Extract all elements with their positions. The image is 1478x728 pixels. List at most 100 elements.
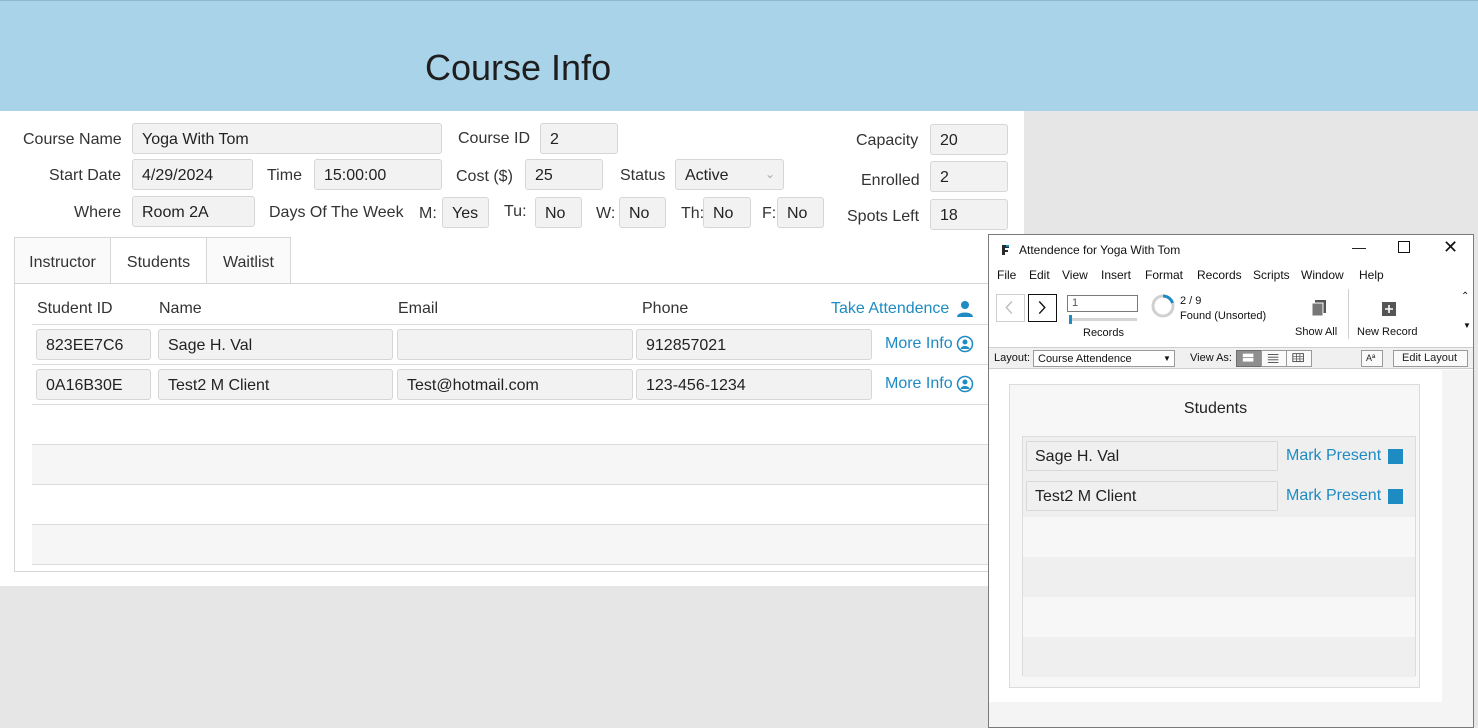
column-header-email: Email [398, 300, 439, 317]
more-info-button[interactable]: More Info [885, 375, 953, 393]
attendance-portal-list [1022, 436, 1416, 677]
edit-layout-button[interactable]: Edit Layout [1393, 350, 1468, 367]
text-format-button[interactable]: Aª [1361, 350, 1383, 367]
wednesday-label: W: [596, 205, 616, 222]
toolbar-menu-caret-icon[interactable]: ▼ [1463, 321, 1471, 330]
mark-present-button[interactable]: Mark Present [1286, 487, 1381, 505]
layout-label: Layout: [994, 352, 1031, 364]
header-bar: Course Info [0, 0, 1478, 111]
table-cell-email[interactable] [397, 329, 633, 360]
thursday-field[interactable]: No [703, 197, 751, 228]
start-date-label: Start Date [49, 167, 122, 184]
where-field[interactable]: Room 2A [132, 196, 255, 227]
menu-window[interactable]: Window [1301, 268, 1344, 282]
record-number-input[interactable]: 1 [1067, 295, 1138, 312]
table-cell-student-id[interactable]: 823EE7C6 [36, 329, 151, 360]
menu-format[interactable]: Format [1145, 268, 1183, 282]
course-name-field[interactable]: Yoga With Tom [132, 123, 442, 154]
show-all-icon[interactable] [1310, 299, 1328, 317]
chevron-down-icon: ⌄ [764, 167, 775, 181]
time-label: Time [267, 167, 302, 184]
new-record-button[interactable]: New Record [1357, 326, 1418, 338]
spots-left-field[interactable]: 18 [930, 199, 1008, 230]
table-cell-phone[interactable]: 912857021 [636, 329, 872, 360]
students-portal: Students Sage H. Val Mark Present Test2 … [1009, 384, 1420, 688]
status-select[interactable]: Active ⌄ [675, 159, 784, 190]
found-set-pie-icon [1151, 294, 1175, 318]
view-as-form-button[interactable] [1236, 350, 1262, 367]
window-title: Attendence for Yoga With Tom [1019, 243, 1181, 257]
table-view-icon [1292, 353, 1304, 363]
days-label: Days Of The Week [269, 204, 404, 221]
course-id-field[interactable]: 2 [540, 123, 618, 154]
user-circle-icon[interactable] [956, 375, 974, 393]
menu-insert[interactable]: Insert [1101, 268, 1131, 282]
tuesday-field[interactable]: No [535, 197, 582, 228]
cost-field[interactable]: 25 [525, 159, 603, 190]
records-label: Records [1083, 327, 1124, 339]
course-name-label: Course Name [23, 131, 122, 148]
found-status: Found (Unsorted) [1180, 310, 1267, 322]
mark-present-button[interactable]: Mark Present [1286, 447, 1381, 465]
spots-left-label: Spots Left [847, 208, 920, 225]
menu-scripts[interactable]: Scripts [1253, 268, 1290, 282]
record-slider-handle[interactable] [1069, 315, 1072, 324]
where-label: Where [74, 204, 122, 221]
empty-row [1023, 597, 1415, 637]
attendance-window[interactable]: Attendence for Yoga With Tom — ✕ File Ed… [988, 234, 1474, 728]
start-date-field[interactable]: 4/29/2024 [132, 159, 253, 190]
maximize-icon[interactable] [1398, 241, 1410, 253]
layout-select[interactable]: Course Attendence ▼ [1033, 350, 1175, 367]
table-cell-name[interactable]: Test2 M Client [158, 369, 393, 400]
minimize-icon[interactable]: — [1352, 239, 1366, 255]
new-record-icon[interactable] [1382, 302, 1396, 316]
person-icon[interactable] [956, 300, 974, 318]
view-as-table-button[interactable] [1286, 350, 1312, 367]
menu-help[interactable]: Help [1359, 268, 1384, 282]
view-as-list-button[interactable] [1261, 350, 1287, 367]
attendee-name-field[interactable]: Test2 M Client [1026, 481, 1278, 511]
table-cell-phone[interactable]: 123-456-1234 [636, 369, 872, 400]
table-cell-student-id[interactable]: 0A16B30E [36, 369, 151, 400]
page-title: Course Info [425, 47, 612, 88]
monday-label: M: [419, 205, 437, 222]
show-all-button[interactable]: Show All [1295, 326, 1337, 338]
take-attendance-button[interactable]: Take Attendence [831, 300, 949, 318]
menu-edit[interactable]: Edit [1029, 268, 1050, 282]
empty-row [1023, 637, 1415, 677]
thursday-label: Th: [681, 205, 705, 222]
attendee-name-field[interactable]: Sage H. Val [1026, 441, 1278, 471]
menu-records[interactable]: Records [1197, 268, 1242, 282]
menu-view[interactable]: View [1062, 268, 1088, 282]
column-header-student-id: Student ID [37, 300, 113, 317]
app-logo-icon [1000, 244, 1010, 256]
view-as-label: View As: [1190, 352, 1232, 364]
row-divider [32, 364, 990, 365]
collapse-toolbar-icon[interactable]: ⌃ [1461, 291, 1469, 302]
close-icon[interactable]: ✕ [1443, 237, 1458, 258]
empty-row [32, 525, 990, 565]
column-header-name: Name [159, 300, 202, 317]
time-field[interactable]: 15:00:00 [314, 159, 442, 190]
record-slider[interactable] [1069, 315, 1137, 324]
previous-record-button[interactable] [996, 294, 1025, 322]
empty-row [32, 445, 990, 485]
present-checkbox[interactable] [1388, 449, 1403, 464]
user-circle-icon[interactable] [956, 335, 974, 353]
present-checkbox[interactable] [1388, 489, 1403, 504]
wednesday-field[interactable]: No [619, 197, 666, 228]
table-cell-name[interactable]: Sage H. Val [158, 329, 393, 360]
tab-waitlist[interactable]: Waitlist [206, 237, 291, 284]
capacity-field[interactable]: 20 [930, 124, 1008, 155]
empty-row [1023, 557, 1415, 597]
table-cell-email[interactable]: Test@hotmail.com [397, 369, 633, 400]
next-record-button[interactable] [1028, 294, 1057, 322]
friday-label: F: [762, 205, 777, 222]
more-info-button[interactable]: More Info [885, 335, 953, 353]
tab-instructor[interactable]: Instructor [14, 237, 111, 284]
enrolled-field[interactable]: 2 [930, 161, 1008, 192]
menu-file[interactable]: File [997, 268, 1016, 282]
friday-field[interactable]: No [777, 197, 824, 228]
tab-students[interactable]: Students [110, 237, 207, 284]
monday-field[interactable]: Yes [442, 197, 489, 228]
